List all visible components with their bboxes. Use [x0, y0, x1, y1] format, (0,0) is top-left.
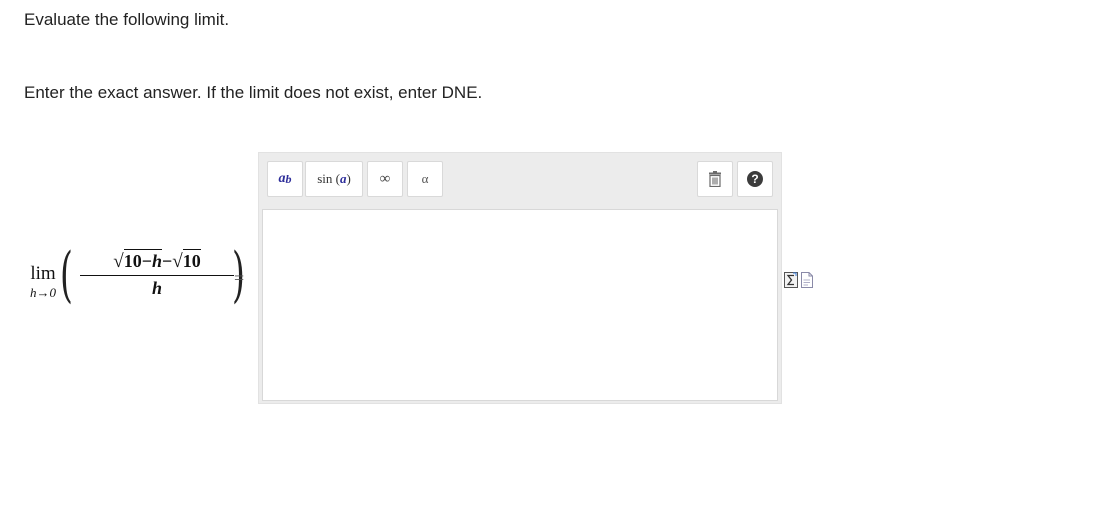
answer-input[interactable] [262, 209, 778, 401]
sine-func: sin [317, 171, 333, 186]
question-prompt: Evaluate the following limit. [24, 10, 230, 29]
help-icon: ? [747, 171, 763, 187]
power-button[interactable]: ab [267, 161, 303, 197]
radicand-1: 10−h [123, 249, 162, 271]
equals-sign: = [234, 268, 245, 288]
radical-sign: √ [172, 251, 183, 272]
limit-operator: lim h→0 [26, 264, 60, 300]
fraction-denominator: h [151, 278, 162, 298]
power-exponent: b [285, 171, 292, 186]
lim-arrow: → [36, 285, 50, 300]
greek-alpha-button[interactable]: α [407, 161, 443, 197]
minus-sign: − [162, 251, 173, 271]
radicand-2: 10 [182, 249, 201, 271]
radicand-1-number: 10 [123, 251, 142, 271]
help-button[interactable]: ? [737, 161, 773, 197]
lim-subscript: h→0 [26, 286, 60, 300]
fraction-bar [80, 275, 234, 276]
radicand-1-variable: h [151, 251, 162, 271]
answer-editor: ab sin (a) ∞ α ? [258, 152, 782, 404]
question-page: Evaluate the following limit. Enter the … [0, 0, 1093, 517]
infinity-button[interactable]: ∞ [367, 161, 403, 197]
left-parenthesis: ( [60, 240, 73, 310]
sine-button[interactable]: sin (a) [305, 161, 363, 197]
lim-word: lim [30, 263, 56, 284]
answer-instructions: Enter the exact answer. If the limit doe… [24, 83, 483, 102]
editor-toolbar: ab sin (a) ∞ α ? [259, 153, 781, 207]
minus-sign: − [141, 251, 152, 271]
sine-close-paren: ) [346, 171, 351, 186]
document-icon[interactable] [800, 272, 814, 288]
power-base: a [278, 171, 286, 186]
fraction-numerator: √10−h−√10 [80, 249, 234, 273]
radical-sign: √ [113, 251, 124, 272]
fraction: √10−h−√10 h [80, 249, 234, 298]
clear-button[interactable] [697, 161, 733, 197]
trash-icon [709, 171, 721, 187]
sigma-icon[interactable] [784, 272, 798, 288]
lim-target: 0 [49, 285, 57, 300]
